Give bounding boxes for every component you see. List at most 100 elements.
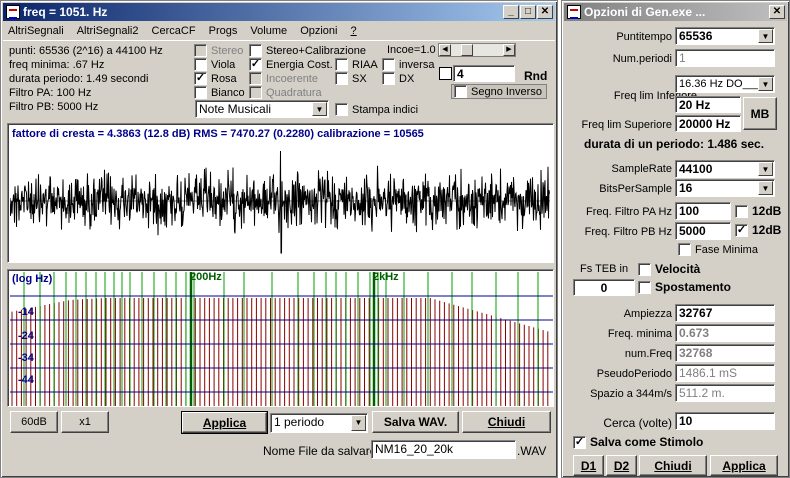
main-titlebar[interactable]: freq = 1051. Hz _ □ ✕ — [3, 3, 555, 21]
riaa-checkbox[interactable]: RIAA — [335, 58, 378, 71]
level-24: -24 — [18, 330, 34, 342]
rosa-checkbox[interactable]: ✓ Rosa — [194, 72, 237, 85]
cerca-label: Cerca (volte) — [603, 416, 672, 430]
menu-cercacf[interactable]: CercaCF — [147, 22, 201, 37]
pa-input[interactable]: 100 — [675, 202, 731, 220]
level-44: -44 — [18, 374, 34, 386]
puntitempo-label: Puntitempo — [616, 31, 672, 43]
spazio-input[interactable]: 511.2 m. — [675, 384, 775, 402]
options-applica-button[interactable]: Applica — [710, 455, 778, 476]
spectrum-panel: (log Hz) 200Hz 2kHz -14 -24 -34 -44 — [7, 269, 554, 407]
info-durata: durata periodo: 1.49 secondi — [9, 73, 149, 85]
numfreq-input[interactable]: 32768 — [675, 344, 775, 362]
pb-input[interactable]: 5000 — [675, 222, 731, 240]
chevron-down-icon: ▼ — [758, 162, 773, 176]
spectrum-200hz: 200Hz — [190, 271, 222, 283]
incoerente-checkbox[interactable]: Incoerente — [249, 72, 318, 85]
menu-progs[interactable]: Progs — [204, 22, 243, 37]
fase-minima-checkbox[interactable]: Fase Minima — [678, 243, 758, 256]
menubar: AltriSegnali AltriSegnali2 CercaCF Progs… — [3, 22, 555, 41]
incoe-slider[interactable]: ◀ ▶ — [438, 43, 516, 57]
bianco-checkbox[interactable]: Bianco — [194, 86, 245, 99]
close-button[interactable]: ✕ — [769, 5, 785, 19]
rnd-checkbox[interactable] — [439, 67, 452, 80]
stereo-cal-checkbox[interactable]: Stereo+Calibrazione — [249, 44, 366, 57]
pseudo-input[interactable]: 1486.1 mS — [675, 364, 775, 382]
rnd-input[interactable]: 4 — [453, 65, 515, 82]
freq-sup-input[interactable]: 20000 Hz — [675, 115, 741, 132]
options-chiudi-button[interactable]: Chiudi — [639, 455, 707, 476]
salva-wav-button[interactable]: Salva WAV. — [372, 411, 459, 433]
mb-button[interactable]: MB — [743, 97, 777, 130]
filename-input[interactable]: NM16_20_20k — [371, 440, 516, 459]
fsteb-label: Fs TEB in — [580, 263, 629, 275]
ampiezza-label: Ampiezza — [623, 308, 672, 320]
60db-button[interactable]: 60dB — [10, 411, 58, 433]
incoe-label: Incoe=1.0 — [387, 44, 436, 56]
fmin-input[interactable]: 0.673 — [675, 324, 775, 342]
menu-opzioni[interactable]: Opzioni — [295, 22, 342, 37]
info-filtro-pa: Filtro PA: 100 Hz — [9, 87, 92, 99]
viola-checkbox[interactable]: Viola — [194, 58, 235, 71]
energia-checkbox[interactable]: ✓ Energia Cost. — [249, 58, 333, 71]
freq-preset-select[interactable]: 16.36 Hz DO___ ▼ — [675, 75, 775, 93]
freq-inf-input[interactable]: 20 Hz — [675, 96, 741, 113]
main-window: freq = 1051. Hz _ □ ✕ AltriSegnali Altri… — [0, 0, 558, 478]
samplerate-label: SampleRate — [611, 163, 672, 175]
pb-label: Freq. Filtro PB Hz — [584, 226, 672, 238]
main-title: freq = 1051. Hz — [23, 5, 108, 19]
stereo-checkbox[interactable]: Stereo — [194, 44, 243, 57]
spectrum-plot — [10, 272, 553, 406]
app-icon — [6, 5, 20, 19]
info-filtro-pb: Filtro PB: 5000 Hz — [9, 101, 99, 113]
menu-altrisegnali[interactable]: AltriSegnali — [3, 22, 69, 37]
chevron-down-icon: ▼ — [758, 29, 773, 43]
close-button[interactable]: ✕ — [537, 5, 553, 19]
segno-inverso-checkbox[interactable]: Segno Inverso — [451, 84, 547, 99]
spostamento-input[interactable]: 0 — [573, 279, 635, 296]
nome-file-label: Nome File da salvare — [263, 444, 377, 458]
ampiezza-input[interactable]: 32767 — [675, 304, 775, 322]
stampa-indici-checkbox[interactable]: Stampa indici — [335, 103, 418, 116]
menu-altrisegnali2[interactable]: AltriSegnali2 — [72, 22, 144, 37]
puntitempo-select[interactable]: 65536 ▼ — [675, 27, 775, 45]
numperiodi-label: Num.periodi — [612, 53, 672, 65]
sx-checkbox[interactable]: SX — [335, 72, 367, 85]
durata-text: durata di un periodo: 1.486 sec. — [584, 137, 765, 151]
d1-button[interactable]: D1 — [573, 455, 604, 476]
periodo-select[interactable]: 1 periodo ▼ — [270, 413, 368, 433]
pb-12db-checkbox[interactable]: ✓ 12dB — [735, 223, 781, 237]
salva-stimolo-checkbox[interactable]: ✓ Salva come Stimolo — [573, 435, 703, 449]
stats-text: fattore di cresta = 4.3863 (12.8 dB) RMS… — [12, 128, 424, 140]
minimize-button[interactable]: _ — [503, 5, 519, 19]
chevron-down-icon: ▼ — [758, 77, 773, 91]
chiudi-button[interactable]: Chiudi — [462, 411, 551, 433]
numperiodi-input[interactable]: 1 — [675, 49, 775, 67]
ext-label: .WAV — [517, 444, 547, 458]
options-titlebar[interactable]: Opzioni di Gen.exe ... ✕ — [564, 3, 787, 21]
velocita-checkbox[interactable]: Velocità — [638, 262, 700, 276]
menu-volume[interactable]: Volume — [245, 22, 292, 37]
numfreq-label: num.Freq — [624, 348, 672, 360]
x1-button[interactable]: x1 — [61, 411, 109, 433]
bps-select[interactable]: 16 ▼ — [675, 179, 775, 197]
cerca-input[interactable]: 10 — [675, 412, 775, 430]
samplerate-select[interactable]: 44100 ▼ — [675, 160, 775, 178]
maximize-button[interactable]: □ — [520, 5, 536, 19]
menu-help[interactable]: ? — [346, 22, 362, 37]
spectrum-2khz: 2kHz — [373, 271, 399, 283]
spostamento-checkbox[interactable]: Spostamento — [638, 280, 731, 294]
rnd-label: Rnd — [524, 69, 548, 83]
d2-button[interactable]: D2 — [606, 455, 637, 476]
applica-button[interactable]: Applica — [181, 411, 268, 434]
chevron-down-icon: ▼ — [758, 181, 773, 195]
freq-sup-label: Freq lim Superiore — [581, 119, 672, 131]
dx-checkbox[interactable]: DX — [382, 72, 414, 85]
pa-12db-checkbox[interactable]: 12dB — [735, 204, 781, 218]
waveform-panel: fattore di cresta = 4.3863 (12.8 dB) RMS… — [7, 123, 554, 263]
note-select[interactable]: Note Musicali ▼ — [195, 100, 329, 118]
bps-label: BitsPerSample — [599, 183, 672, 195]
quadratura-checkbox[interactable]: Quadratura — [249, 86, 322, 99]
pseudo-label: PseudoPeriodo — [596, 368, 672, 380]
inversa-checkbox[interactable]: inversa — [382, 58, 434, 71]
